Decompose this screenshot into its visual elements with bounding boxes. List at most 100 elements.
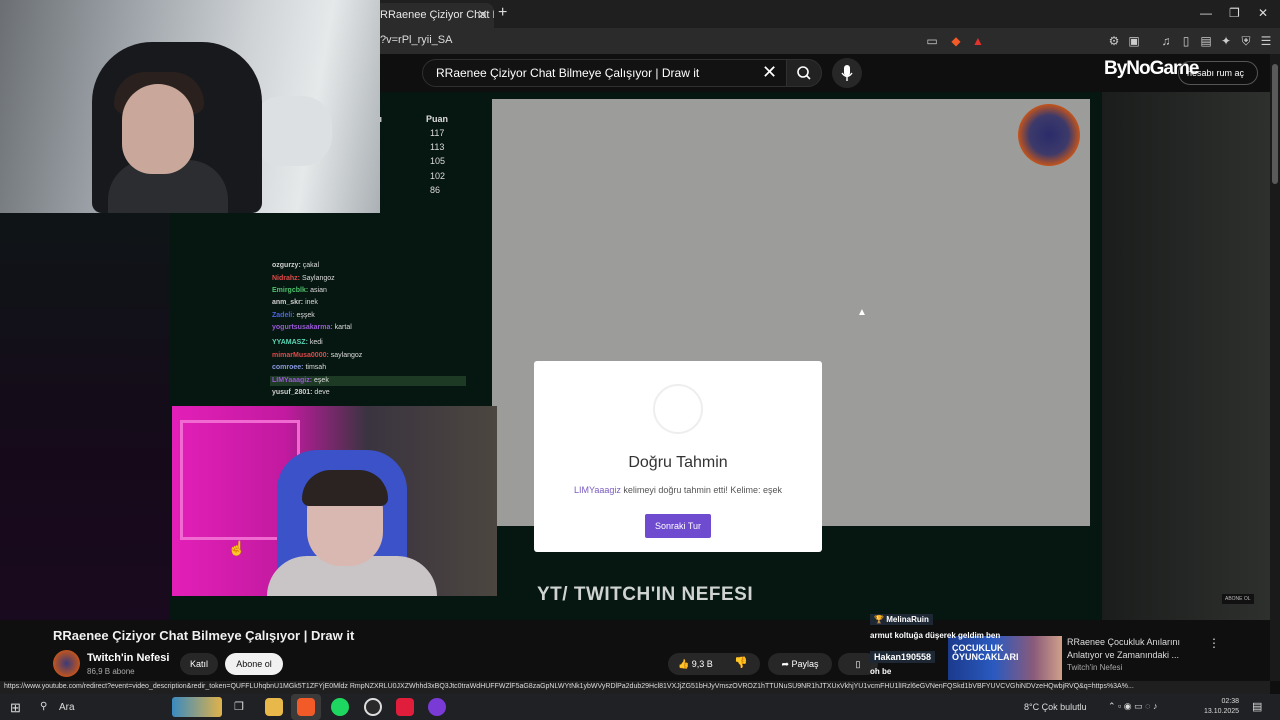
notification-icon[interactable]: ▤ xyxy=(1252,700,1262,713)
tab-search-icon[interactable]: ▣ xyxy=(1126,33,1142,49)
leaderboard-score-header: Puan xyxy=(426,114,449,124)
chat-message: Zadeli: eşşek xyxy=(272,312,315,319)
share-icon: ➦ xyxy=(781,659,789,669)
minimize-icon[interactable]: — xyxy=(1200,6,1212,20)
chat-message: Nidrahz: Saylangoz xyxy=(272,275,335,282)
search-icon: ⚲ xyxy=(40,701,48,712)
close-tab-icon[interactable]: ✕ xyxy=(477,7,488,23)
winner-name: LIMYaaagiz xyxy=(574,485,621,495)
alert-user: Hakan190558 xyxy=(870,651,936,663)
vpn-icon[interactable]: ⛨ xyxy=(1238,33,1254,49)
app-icon[interactable] xyxy=(396,698,414,716)
taskbar-search[interactable]: Ara xyxy=(59,702,75,713)
file-explorer-icon[interactable] xyxy=(265,698,283,716)
recommendation-title[interactable]: RRaenee Çocukluk Anılarını Anlatıyor ve … xyxy=(1067,636,1187,662)
tray-icons[interactable]: ⌃ ▫ ◉ ▭ ◌ ♪ xyxy=(1108,701,1157,712)
chat-username: Emirgcblk: xyxy=(272,287,309,294)
sponsor-button[interactable]: hesabı rum aç xyxy=(1178,61,1258,85)
video-title: RRaenee Çiziyor Chat Bilmeye Çalışıyor |… xyxy=(53,628,355,643)
next-round-button[interactable]: Sonraki Tur xyxy=(645,514,711,538)
sidebar-icon[interactable]: ▯ xyxy=(1178,33,1194,49)
scrollbar-thumb[interactable] xyxy=(1272,64,1278,184)
chat-text: Saylangoz xyxy=(301,275,335,282)
webcam-bottom xyxy=(172,406,497,596)
thumbs-down-icon: 👎 xyxy=(734,657,748,669)
chat-message: YYAMASZ: kedi xyxy=(272,339,323,346)
leaderboard-score: 117 xyxy=(430,128,445,138)
wallet-icon[interactable]: ▤ xyxy=(1198,33,1214,49)
trophy-icon: 🏆 xyxy=(874,615,884,624)
voice-search-button[interactable] xyxy=(832,58,862,88)
channel-name[interactable]: Twitch'in Nefesi xyxy=(87,652,169,664)
cast-icon[interactable]: ▭ xyxy=(924,33,940,49)
menu-icon[interactable]: ☰ xyxy=(1258,33,1274,49)
subscribe-button[interactable]: Abone ol xyxy=(225,653,283,675)
chat-username: ozgurzy: xyxy=(272,262,301,269)
chat-message: anm_skr: inek xyxy=(272,299,318,306)
chat-text: kartal xyxy=(334,324,352,331)
chat-message: yusuf_2801: deve xyxy=(272,389,330,396)
chat-username: yusuf_2801: xyxy=(272,389,313,396)
search-query: RRaenee Çiziyor Chat Bilmeye Çalışıyor |… xyxy=(436,66,700,80)
chat-text: deve xyxy=(314,389,330,396)
task-view-icon[interactable]: ❐ xyxy=(234,700,244,713)
chat-username: anm_skr: xyxy=(272,299,304,306)
hand-cursor-icon: ☝ xyxy=(228,540,246,556)
share-label: Paylaş xyxy=(791,659,819,669)
new-tab-icon[interactable]: + xyxy=(498,4,507,22)
leaderboard-score: 105 xyxy=(430,156,446,166)
rewards-icon[interactable]: ▲ xyxy=(970,33,986,49)
brave-browser-icon[interactable] xyxy=(297,698,315,716)
app-icon[interactable] xyxy=(428,698,446,716)
clock-date: 13.10.2025 xyxy=(1204,708,1240,715)
chat-username: YYAMASZ: xyxy=(272,339,308,346)
modal-message: LIMYaaagiz kelimeyi doğru tahmin etti! K… xyxy=(534,485,822,495)
chat-text: saylangoz xyxy=(330,352,363,359)
chat-text: eşek xyxy=(314,377,329,384)
extensions-icon[interactable]: ⚙ xyxy=(1106,33,1122,49)
chat-message: yogurtsusakarma: kartal xyxy=(272,324,352,331)
media-icon[interactable]: ♫ xyxy=(1158,33,1174,49)
channel-logo-badge xyxy=(1018,104,1080,166)
weather-widget[interactable]: 8°C Çok bulutlu xyxy=(1024,702,1087,712)
webcam-top xyxy=(0,0,380,213)
recommendation-thumbnail[interactable]: ÇOCUKLUK OYUNCAKLARI xyxy=(948,636,1062,680)
brave-shield-icon[interactable]: ◆ xyxy=(948,33,964,49)
spotify-icon[interactable] xyxy=(331,698,349,716)
search-highlight-icon[interactable] xyxy=(172,697,222,717)
chat-message: mimarMusa0000: saylangoz xyxy=(272,352,362,359)
chat-text: kedi xyxy=(309,339,323,346)
chat-username: LIMYaaagiz: xyxy=(272,377,313,384)
share-button[interactable]: ➦ Paylaş xyxy=(768,653,832,675)
alert-message: armut koltuğa düşerek geldim ben xyxy=(870,631,1001,640)
leaderboard-score: 113 xyxy=(430,142,445,152)
taskbar-clock[interactable]: 02:38 13.10.2025 xyxy=(1204,697,1239,717)
leaderboard-score: 102 xyxy=(430,171,446,181)
search-button[interactable] xyxy=(786,59,822,87)
close-window-icon[interactable]: ✕ xyxy=(1258,6,1268,20)
browser-tab[interactable]: RRaenee Çiziyor Chat Bilmeye Ç ✕ xyxy=(372,3,494,28)
subscriber-count: 86,9 B abone xyxy=(87,667,135,676)
chat-text: inek xyxy=(305,299,318,306)
url-field[interactable]: ?v=rPl_ryii_SA xyxy=(380,34,452,46)
link-status-bar: https://www.youtube.com/redirect?event=v… xyxy=(0,681,1270,694)
join-button[interactable]: Katıl xyxy=(180,653,218,675)
chat-username: Zadeli: xyxy=(272,312,295,319)
more-options-icon[interactable]: ⋮ xyxy=(1208,636,1220,650)
chat-text: asian xyxy=(310,287,327,294)
search-icon xyxy=(797,66,811,80)
leo-icon[interactable]: ✦ xyxy=(1218,33,1234,49)
channel-avatar[interactable] xyxy=(53,650,80,677)
app-icon[interactable] xyxy=(364,698,382,716)
chat-username: mimarMusa0000: xyxy=(272,352,329,359)
modal-message-text: kelimeyi doğru tahmin etti! Kelime: eşek xyxy=(623,485,782,495)
alert-user-name: MelinaRuin xyxy=(886,615,929,624)
chat-username: Nidrahz: xyxy=(272,275,300,282)
clear-search-icon[interactable]: ✕ xyxy=(762,62,777,83)
windows-start-icon[interactable]: ⊞ xyxy=(10,700,21,716)
chat-text: timsah xyxy=(305,364,327,371)
dislike-button[interactable]: 👎 xyxy=(734,656,748,669)
maximize-icon[interactable]: ❐ xyxy=(1229,6,1240,20)
recommendation-channel: Twitch'in Nefesi xyxy=(1067,663,1123,672)
chat-message: Emirgcblk: asian xyxy=(272,287,327,294)
